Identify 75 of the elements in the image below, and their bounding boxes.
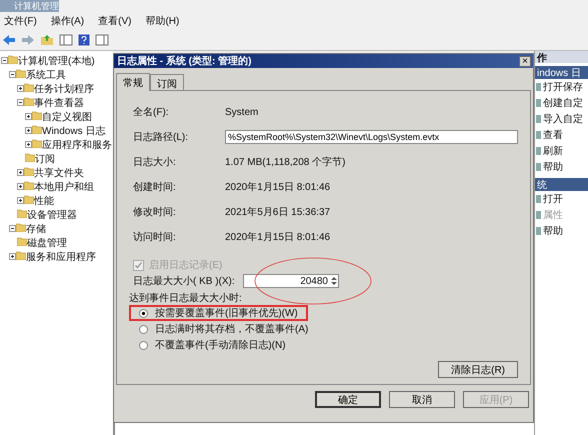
pane-title: 作 (535, 51, 588, 63)
tree-item[interactable]: 性能 (34, 196, 54, 207)
tree-item[interactable]: 磁盘管理 (27, 238, 67, 249)
tree-item[interactable]: 应用程序和服务 (42, 140, 112, 151)
expand-toggle[interactable] (17, 168, 24, 179)
expand-toggle[interactable] (25, 126, 32, 137)
group-label: 达到事件日志最大大小时: (129, 292, 243, 305)
input-field[interactable]: %SystemRoot%\System32\Winevt\Logs\System.evtx (225, 130, 518, 144)
collapse-toggle[interactable] (9, 224, 16, 235)
checkbox-label: 启用日志记录(E) (149, 258, 222, 272)
field-label: 日志路径(L): (133, 130, 189, 144)
field-value: 2020年1月15日 8:01:46 (225, 181, 332, 194)
field-label: 全名(F): (133, 106, 170, 119)
action-item[interactable]: 导入自定 (543, 112, 583, 126)
field-value: System (225, 106, 260, 118)
dialog-title: 日志属性 - 系统 (类型: 管理的) (117, 54, 252, 68)
field-value: 2021年5月6日 15:36:37 (225, 206, 332, 219)
radio-option[interactable]: 日志满时将其存档，不覆盖事件(A) (129, 321, 318, 337)
highlighted-radio-option[interactable]: 按需要覆盖事件(旧事件优先)(W) (129, 305, 308, 321)
panel-icon[interactable] (59, 34, 73, 46)
tree-item[interactable]: 系统工具 (26, 70, 66, 81)
clear-log-button[interactable]: 清除日志(R) (438, 361, 518, 378)
folder-up-icon[interactable] (40, 34, 54, 46)
close-button[interactable]: × (519, 56, 531, 66)
action-item[interactable]: 打开 (543, 192, 563, 206)
tab[interactable]: 常规 (116, 73, 150, 91)
tree-item[interactable]: 计算机管理(本地) (18, 56, 95, 67)
field-value: 1.07 MB(1,118,208 个字节) (225, 156, 346, 169)
collapse-toggle[interactable] (1, 56, 8, 67)
panel-icon[interactable] (95, 34, 109, 46)
expand-toggle[interactable] (9, 252, 16, 263)
field-value: 2020年1月15日 8:01:46 (225, 231, 332, 244)
section-header: 统 (535, 178, 588, 191)
spinner-arrows-icon[interactable] (330, 275, 338, 287)
expand-toggle[interactable] (17, 182, 24, 193)
menu-item[interactable]: 文件(F) (4, 14, 37, 28)
collapse-toggle[interactable] (17, 98, 24, 109)
expand-toggle[interactable] (17, 196, 24, 207)
menu-item[interactable]: 查看(V) (98, 14, 132, 28)
expand-toggle[interactable] (25, 112, 32, 123)
tree-item[interactable]: 存储 (26, 224, 46, 235)
field-label: 修改时间: (133, 206, 177, 219)
menu-item[interactable]: 操作(A) (50, 14, 84, 28)
tree-item[interactable]: 事件查看器 (34, 98, 84, 109)
radio-option[interactable]: 不覆盖事件(手动清除日志)(N) (129, 337, 296, 353)
tree-item[interactable]: 任务计划程序 (34, 84, 94, 95)
action-item[interactable]: 查看 (543, 128, 563, 142)
field-label: 创建时间: (133, 180, 177, 194)
tab[interactable]: 订阅 (150, 74, 184, 90)
field-label: 日志大小: (133, 156, 177, 169)
help-icon[interactable] (78, 34, 90, 46)
action-item[interactable]: 帮助 (543, 224, 563, 238)
section-header: indows 日 (535, 66, 588, 79)
action-item[interactable]: 打开保存 (543, 80, 583, 94)
action-item[interactable]: 帮助 (543, 160, 563, 174)
tree-item[interactable]: 设备管理器 (27, 210, 77, 221)
action-item[interactable]: 创建自定 (543, 96, 583, 110)
menu-item[interactable]: 帮助(H) (145, 14, 180, 28)
collapse-toggle[interactable] (9, 70, 16, 81)
tree-item[interactable]: 本地用户和组 (34, 182, 94, 193)
expand-toggle[interactable] (25, 140, 32, 151)
field-label: 日志最大大小( KB )(X): (133, 274, 236, 288)
tree-item[interactable]: 自定义视图 (42, 112, 92, 123)
back-icon[interactable] (2, 34, 16, 46)
tree-item[interactable]: 共享文件夹 (34, 168, 84, 179)
spin-field[interactable]: 20480 (243, 274, 339, 288)
window-title: 计算机管理 (0, 0, 59, 12)
tree-item[interactable]: 订阅 (35, 154, 55, 165)
action-item[interactable]: 刷新 (543, 144, 563, 158)
dialog-button[interactable]: 确定 (315, 391, 381, 408)
field-label: 访问时间: (133, 230, 177, 244)
tree-item[interactable]: Windows 日志 (42, 126, 106, 137)
dialog-button[interactable]: 取消 (389, 391, 455, 408)
expand-toggle[interactable] (17, 84, 24, 95)
tree-item[interactable]: 服务和应用程序 (26, 252, 96, 263)
